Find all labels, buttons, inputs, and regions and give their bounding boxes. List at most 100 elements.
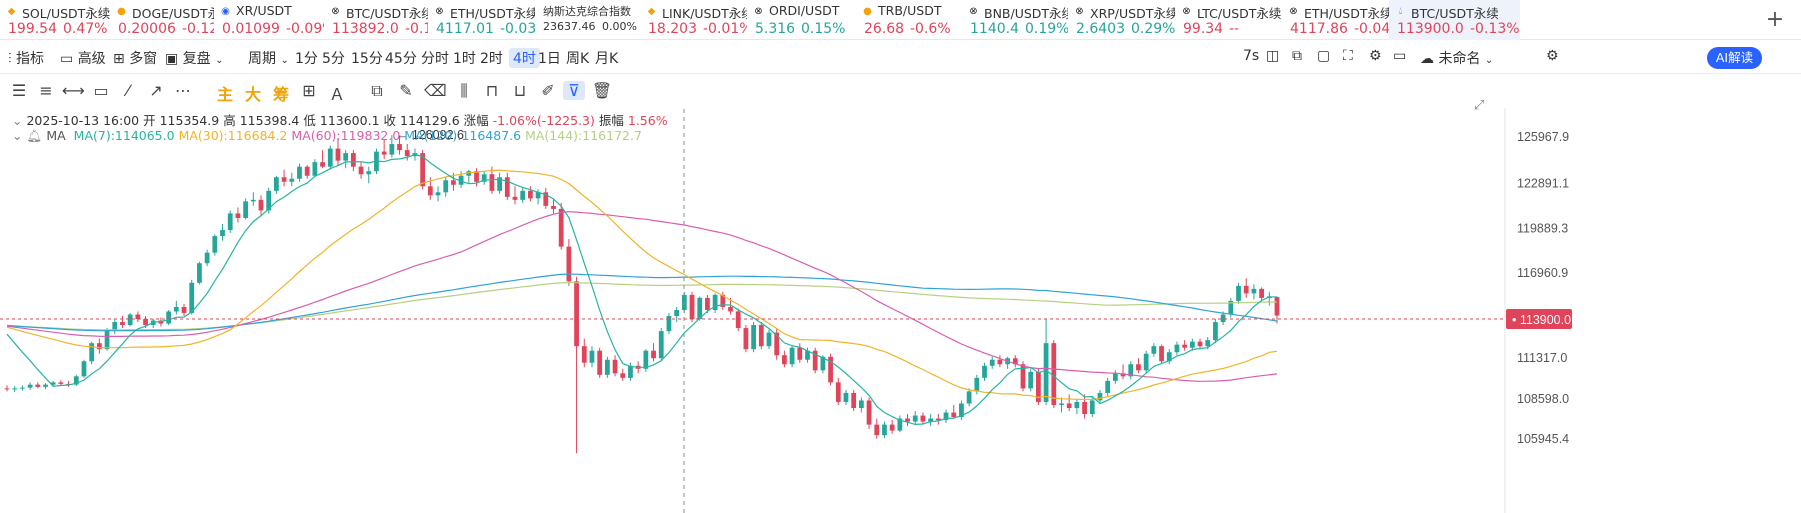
- change-value: -1.06%(-1225.3): [492, 113, 595, 128]
- collapse-icon[interactable]: ⌄: [12, 113, 22, 128]
- indicators-button[interactable]: ⫶ 指标: [8, 48, 44, 68]
- candle-body: [1274, 297, 1280, 316]
- interval-button[interactable]: 分时: [421, 48, 449, 68]
- ticker-tab[interactable]: ● TRB/USDT 26.68 -0.6%: [856, 0, 962, 40]
- candle-body: [443, 180, 449, 193]
- camera-icon[interactable]: ◫: [1266, 48, 1279, 64]
- candle-body: [966, 391, 972, 404]
- interval-button[interactable]: 4时: [509, 48, 540, 68]
- horizontal-ray-icon[interactable]: ⟷: [62, 81, 85, 100]
- bnb-icon: ⊗: [969, 6, 978, 17]
- interval-button[interactable]: 周K: [566, 48, 589, 68]
- ticker-tab[interactable]: ⊗ ORDI/USDT 5.316 0.15%: [747, 0, 856, 40]
- more-settings-icon[interactable]: ⚙: [1546, 48, 1559, 64]
- ma-label: MA: [46, 128, 66, 143]
- candle-body: [243, 201, 248, 218]
- rectangle-icon[interactable]: ▭: [90, 81, 112, 100]
- chip-distribution-toggle[interactable]: 筹: [270, 81, 292, 105]
- ticker-tab[interactable]: 💧︎ BTC/USDT永续 113900.0 -0.13%: [1389, 0, 1520, 40]
- y-tick-label: 122891.1: [1517, 176, 1569, 190]
- big-orders-toggle[interactable]: 大: [242, 81, 264, 105]
- pencil-icon[interactable]: ✎: [395, 81, 417, 100]
- ticker-tab[interactable]: ◆ LINK/USDT永续18.203 -0.01%: [640, 0, 747, 40]
- replay-button[interactable]: ▣ 复盘 ⌄: [165, 48, 224, 68]
- magnet-icon[interactable]: ⊔: [509, 81, 531, 100]
- candle-body: [797, 347, 803, 360]
- ma-legend: ⌄ 🔔︎ MA MA(7):114065.0 MA(30):116684.2 MA(…: [12, 128, 642, 144]
- candle-body: [989, 359, 995, 366]
- candlestick-chart[interactable]: 125967.9 122891.1 119889.3 116960.9 111317.0…: [0, 108, 1801, 513]
- ticker-price: 4117.86: [1290, 21, 1348, 37]
- ticker-tab[interactable]: ⊗ ETH/USDT永续4117.86 -0.04%: [1282, 0, 1389, 40]
- interval-button[interactable]: 45分: [385, 48, 417, 68]
- maximize-icon[interactable]: ⛶: [1343, 48, 1353, 64]
- candle-body: [104, 329, 110, 350]
- interval-button[interactable]: 1分: [295, 48, 318, 68]
- candle-body: [1112, 373, 1118, 381]
- candle-body: [643, 350, 649, 369]
- trash-icon[interactable]: 🗑: [591, 81, 613, 100]
- trend-line-icon[interactable]: ⁄: [117, 81, 139, 100]
- settings-gear-icon[interactable]: ⚙: [1369, 48, 1382, 64]
- interval-button[interactable]: 2时: [480, 48, 503, 68]
- ticker-price: 23637.46: [543, 20, 596, 33]
- ai-interpret-button[interactable]: AI解读: [1707, 47, 1762, 69]
- add-tab-icon[interactable]: +: [1760, 6, 1790, 34]
- ticker-change: 0.29%: [1131, 21, 1175, 37]
- eraser-icon[interactable]: ⌫: [424, 81, 447, 100]
- main-chart-toggle[interactable]: 主: [214, 81, 236, 105]
- ticker-tab[interactable]: ● DOGE/USDT永续0.20006 -0.12%: [110, 0, 214, 40]
- brush-icon[interactable]: ✐: [537, 81, 559, 100]
- advanced-button[interactable]: ▭ 高级: [60, 48, 106, 68]
- horizontal-lines-icon[interactable]: ≡: [35, 81, 57, 100]
- ticker-tab[interactable]: ◆ SOL/USDT永续 199.54 0.47%: [0, 0, 110, 40]
- calculator-icon[interactable]: ⊞: [298, 81, 320, 100]
- period-dropdown[interactable]: 周期 ⌄: [248, 48, 289, 68]
- candle-body: [335, 148, 341, 161]
- copy-icon[interactable]: ⧉: [366, 81, 388, 101]
- filter-icon[interactable]: ⊽: [563, 81, 585, 100]
- ticker-tab[interactable]: ⊗ XRP/USDT永续 2.6403 0.29%: [1068, 0, 1175, 40]
- menu-icon[interactable]: ☰: [8, 81, 30, 100]
- layout-name-dropdown[interactable]: ☁ 未命名 ⌄: [1420, 48, 1493, 68]
- text-tool-icon[interactable]: Ａ: [326, 81, 348, 105]
- copy-icon[interactable]: ⧉: [1292, 48, 1302, 64]
- interval-button[interactable]: 月K: [595, 48, 618, 68]
- collapse-icon[interactable]: ⌄: [12, 128, 22, 143]
- more-tools-icon[interactable]: ⋯: [172, 81, 194, 100]
- ma-legend-item: MA(144):116172.7: [525, 128, 642, 143]
- ticker-price: 18.203: [648, 21, 697, 37]
- lock-icon[interactable]: ⊓: [481, 81, 503, 100]
- high-value: 115398.4: [239, 113, 300, 128]
- ticker-tab[interactable]: 纳斯达克综合指数 23637.46 0.00%: [535, 0, 640, 40]
- xrp-icon: ⊗: [1075, 6, 1084, 17]
- candle-body: [1259, 288, 1264, 298]
- ticker-tab[interactable]: ⊗ LTC/USDT永续 99.34 --: [1175, 0, 1282, 40]
- layout-icon[interactable]: ▭: [1393, 48, 1406, 64]
- multi-window-button[interactable]: ⊞ 多窗: [113, 48, 157, 68]
- ticker-tab[interactable]: ⊗ ETH/USDT永续4117.01 -0.03%: [428, 0, 535, 40]
- ticker-tab[interactable]: ⊗ BNB/USDT永续 1140.4 0.19%: [962, 0, 1068, 40]
- interval-button[interactable]: 5分: [322, 48, 345, 68]
- candle-body: [227, 213, 233, 231]
- interval-button[interactable]: 1日: [538, 48, 561, 68]
- expand-chart-icon[interactable]: ⤢: [1474, 98, 1490, 114]
- candle-body: [127, 314, 133, 326]
- candle-body: [320, 162, 325, 167]
- candle-body: [1159, 346, 1164, 362]
- candle-type-icon[interactable]: ⫼: [453, 81, 475, 101]
- bell-icon[interactable]: 🔔︎: [26, 128, 42, 143]
- ltc-icon: ⊗: [1182, 6, 1191, 17]
- fullscreen-icon[interactable]: ▢: [1317, 48, 1330, 64]
- candle-body: [43, 384, 48, 387]
- cloud-icon: ☁: [1420, 51, 1434, 67]
- indicators-icon: ⫶: [8, 51, 12, 67]
- ticker-tab[interactable]: ◉ XR/USDT 0.01099 -0.09%: [214, 0, 324, 40]
- interval-button[interactable]: 15分: [351, 48, 383, 68]
- ticker-tab[interactable]: ⊗ BTC/USDT永续113892.0 -0.15%: [324, 0, 428, 40]
- interval-button[interactable]: 1时: [453, 48, 476, 68]
- arrow-icon[interactable]: ↗: [145, 81, 167, 100]
- candle-body: [843, 392, 849, 402]
- candle-body: [751, 325, 756, 350]
- candle-body: [312, 162, 318, 176]
